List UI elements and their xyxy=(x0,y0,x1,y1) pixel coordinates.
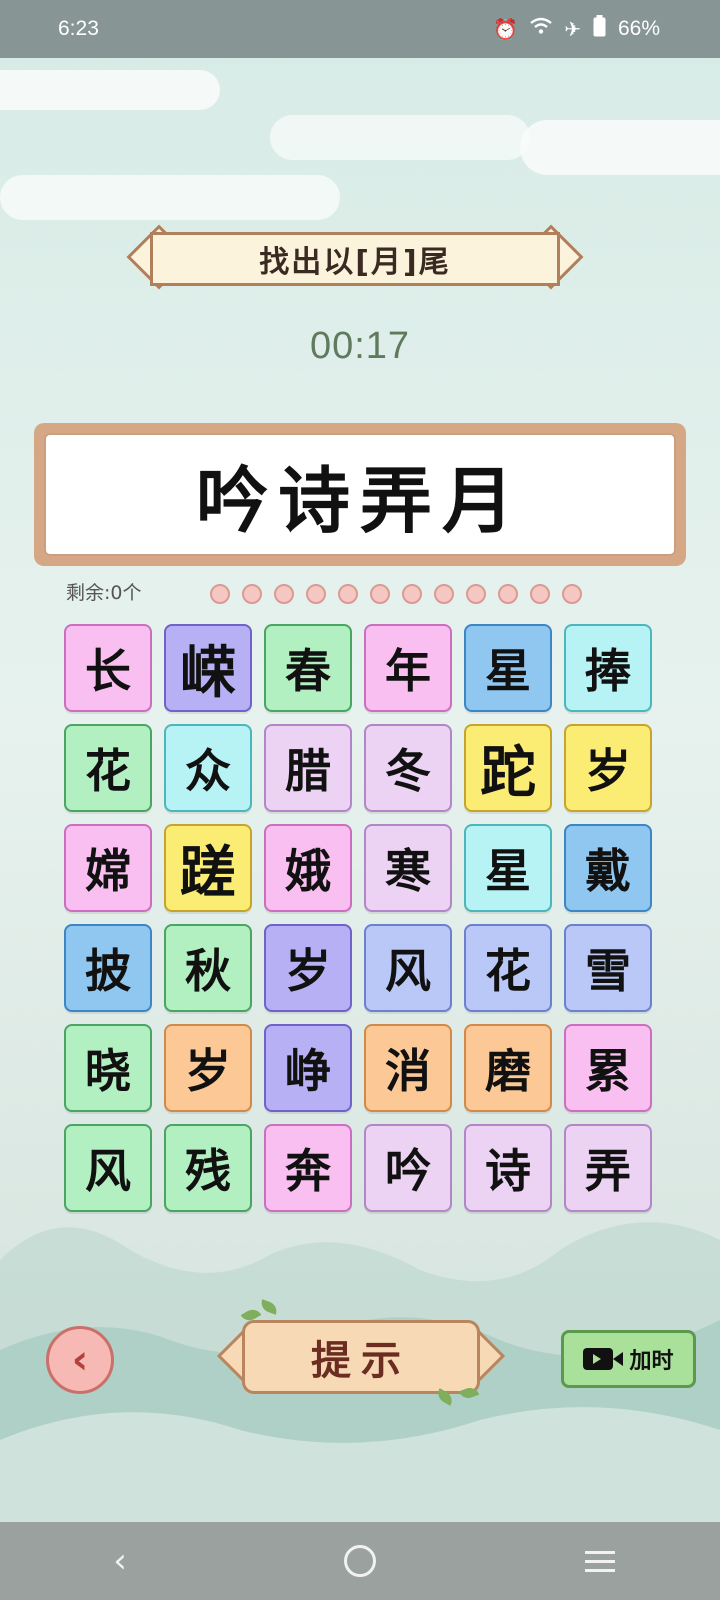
answer-text: 吟诗弄月 xyxy=(44,433,676,556)
character-tile[interactable]: 春 xyxy=(264,624,352,712)
character-tile[interactable]: 嫦 xyxy=(64,824,152,912)
character-tile[interactable]: 捧 xyxy=(564,624,652,712)
airplane-icon: ✈ xyxy=(564,18,581,41)
character-tile[interactable]: 花 xyxy=(464,924,552,1012)
character-tile[interactable]: 风 xyxy=(364,924,452,1012)
character-tile[interactable]: 雪 xyxy=(564,924,652,1012)
title-plaque: 找出以[月]尾 xyxy=(126,224,584,292)
nav-recents-icon[interactable] xyxy=(570,1550,630,1572)
progress-dot xyxy=(242,584,262,604)
character-tile[interactable]: 腊 xyxy=(264,724,352,812)
character-tile[interactable]: 娥 xyxy=(264,824,352,912)
progress-dot xyxy=(402,584,422,604)
status-time: 6:23 xyxy=(58,17,99,40)
progress-dot xyxy=(466,584,486,604)
progress-dot xyxy=(338,584,358,604)
progress-dot xyxy=(306,584,326,604)
character-tile[interactable]: 长 xyxy=(64,624,152,712)
progress-dots xyxy=(210,584,582,604)
back-arrow-icon: ‹ xyxy=(71,1337,89,1383)
character-tile[interactable]: 冬 xyxy=(364,724,452,812)
progress-dot xyxy=(434,584,454,604)
answer-frame: 吟诗弄月 xyxy=(34,423,686,566)
progress-dot xyxy=(562,584,582,604)
progress-dot xyxy=(370,584,390,604)
character-tile[interactable]: 跎 xyxy=(464,724,552,812)
character-tile[interactable]: 弄 xyxy=(564,1124,652,1212)
character-tile[interactable]: 诗 xyxy=(464,1124,552,1212)
battery-icon xyxy=(593,15,606,43)
remaining-count: 剩余:0个 xyxy=(66,582,142,604)
progress-dot xyxy=(210,584,230,604)
character-tile[interactable]: 年 xyxy=(364,624,452,712)
character-tile[interactable]: 星 xyxy=(464,824,552,912)
character-tile[interactable]: 戴 xyxy=(564,824,652,912)
progress-dot xyxy=(498,584,518,604)
hint-button-wrap[interactable]: 提示 xyxy=(216,1299,506,1406)
add-time-button[interactable]: 加时 xyxy=(561,1330,696,1388)
character-tile[interactable]: 残 xyxy=(164,1124,252,1212)
character-tile[interactable]: 奔 xyxy=(264,1124,352,1212)
character-tile[interactable]: 吟 xyxy=(364,1124,452,1212)
character-tile[interactable]: 披 xyxy=(64,924,152,1012)
nav-back-icon[interactable]: ‹ xyxy=(90,1541,150,1581)
countdown-timer: 00:17 xyxy=(309,325,411,367)
character-tile[interactable]: 嵘 xyxy=(164,624,252,712)
character-tile[interactable]: 晓 xyxy=(64,1024,152,1112)
character-tile[interactable]: 寒 xyxy=(364,824,452,912)
video-camera-icon xyxy=(583,1348,624,1370)
back-button[interactable]: ‹ xyxy=(46,1326,114,1394)
character-tile[interactable]: 磨 xyxy=(464,1024,552,1112)
alarm-icon: ⏰ xyxy=(493,18,519,41)
character-tile[interactable]: 秋 xyxy=(164,924,252,1012)
status-bar: 6:23 ⏰ ✈ 66% xyxy=(0,0,720,58)
character-tile[interactable]: 消 xyxy=(364,1024,452,1112)
nav-home-icon[interactable] xyxy=(330,1545,390,1577)
add-time-label: 加时 xyxy=(629,1349,674,1374)
wifi-icon xyxy=(530,17,552,41)
character-tile[interactable]: 峥 xyxy=(264,1024,352,1112)
battery-level: 66% xyxy=(617,17,660,40)
character-tile[interactable]: 累 xyxy=(564,1024,652,1112)
character-tile[interactable]: 岁 xyxy=(564,724,652,812)
progress-dot xyxy=(274,584,294,604)
progress-dot xyxy=(530,584,550,604)
character-grid: 长嵘春年星捧花众腊冬跎岁嫦蹉娥寒星戴披秋岁风花雪晓岁峥消磨累风残奔吟诗弄 xyxy=(64,624,652,1212)
character-tile[interactable]: 蹉 xyxy=(164,824,252,912)
puzzle-title: 找出以[月]尾 xyxy=(150,232,560,286)
character-tile[interactable]: 众 xyxy=(164,724,252,812)
system-nav-bar: ‹ xyxy=(0,1522,720,1600)
character-tile[interactable]: 岁 xyxy=(164,1024,252,1112)
character-tile[interactable]: 风 xyxy=(64,1124,152,1212)
character-tile[interactable]: 星 xyxy=(464,624,552,712)
hint-button[interactable]: 提示 xyxy=(242,1320,480,1394)
character-tile[interactable]: 花 xyxy=(64,724,152,812)
character-tile[interactable]: 岁 xyxy=(264,924,352,1012)
